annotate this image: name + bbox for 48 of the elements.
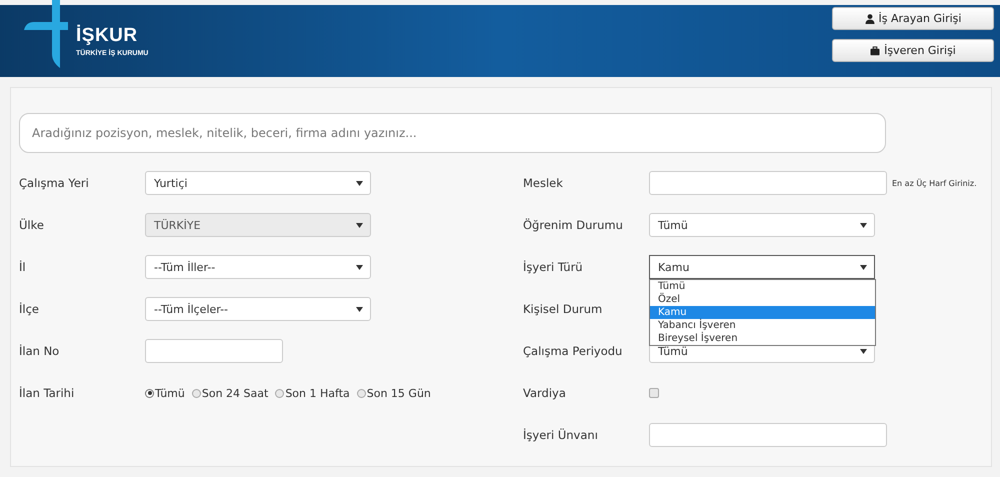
- dropdown-option[interactable]: Tümü: [650, 280, 875, 293]
- caret-icon: [356, 306, 363, 312]
- login-button[interactable]: İşveren Girişi: [832, 39, 994, 62]
- caret-icon: [356, 222, 363, 228]
- text-field[interactable]: [145, 339, 283, 363]
- caret-icon: [860, 264, 867, 270]
- user-icon: [864, 14, 875, 24]
- radio-button[interactable]: [275, 388, 284, 398]
- radio-option[interactable]: Son 1 Hafta: [275, 386, 350, 400]
- caret-icon: [860, 222, 867, 228]
- login-button[interactable]: İş Arayan Girişi: [832, 7, 994, 30]
- field-label: İlçe: [19, 302, 40, 316]
- checkbox[interactable]: [649, 388, 659, 398]
- dropdown-select[interactable]: Yurtiçi: [145, 171, 371, 195]
- text-field[interactable]: [649, 171, 887, 195]
- text-field[interactable]: [649, 423, 887, 447]
- field-label: İlan Tarihi: [19, 386, 76, 400]
- field-label: Vardiya: [523, 386, 567, 400]
- radio-option[interactable]: Tümü: [145, 386, 185, 400]
- hint-text: En az Üç Harf Giriniz.: [892, 178, 977, 188]
- dropdown-select[interactable]: Tümü: [649, 213, 875, 237]
- field-label: İlan No: [19, 344, 60, 358]
- dropdown-select[interactable]: --Tüm İller--: [145, 255, 371, 279]
- field-label: İl: [19, 260, 27, 274]
- caret-icon: [356, 180, 363, 186]
- field-label: İşyeri Türü: [523, 260, 584, 274]
- radio-option[interactable]: Son 24 Saat: [192, 386, 268, 400]
- radio-button[interactable]: [192, 388, 201, 398]
- logo-title: İŞKUR: [76, 25, 139, 47]
- field-label: Kişisel Durum: [523, 302, 604, 316]
- search-field[interactable]: Aradığınız pozisyon, meslek, nitelik, beceri, firma adını yazınız...: [19, 113, 886, 153]
- dropdown-option[interactable]: Kamu: [650, 306, 875, 319]
- radio-button[interactable]: [356, 388, 366, 398]
- radio-option[interactable]: Son 15 Gün: [356, 386, 431, 400]
- field-label: Öğrenim Durumu: [523, 218, 624, 232]
- dropdown-option[interactable]: Yabancı İşveren: [650, 319, 875, 332]
- radio-button[interactable]: [145, 388, 154, 398]
- field-label: Ülke: [19, 218, 45, 232]
- field-label: İşyeri Ünvanı: [523, 428, 599, 442]
- dropdown-select[interactable]: Kamu: [649, 255, 875, 279]
- caret-icon: [860, 348, 867, 354]
- field-label: Çalışma Yeri: [19, 176, 90, 190]
- field-label: Meslek: [523, 176, 564, 190]
- dropdown-select[interactable]: --Tüm İlçeler--: [145, 297, 371, 321]
- caret-icon: [356, 264, 363, 270]
- field-label: Çalışma Periyodu: [523, 344, 624, 358]
- briefcase-icon: [870, 46, 880, 56]
- dropdown-option[interactable]: Özel: [650, 293, 875, 306]
